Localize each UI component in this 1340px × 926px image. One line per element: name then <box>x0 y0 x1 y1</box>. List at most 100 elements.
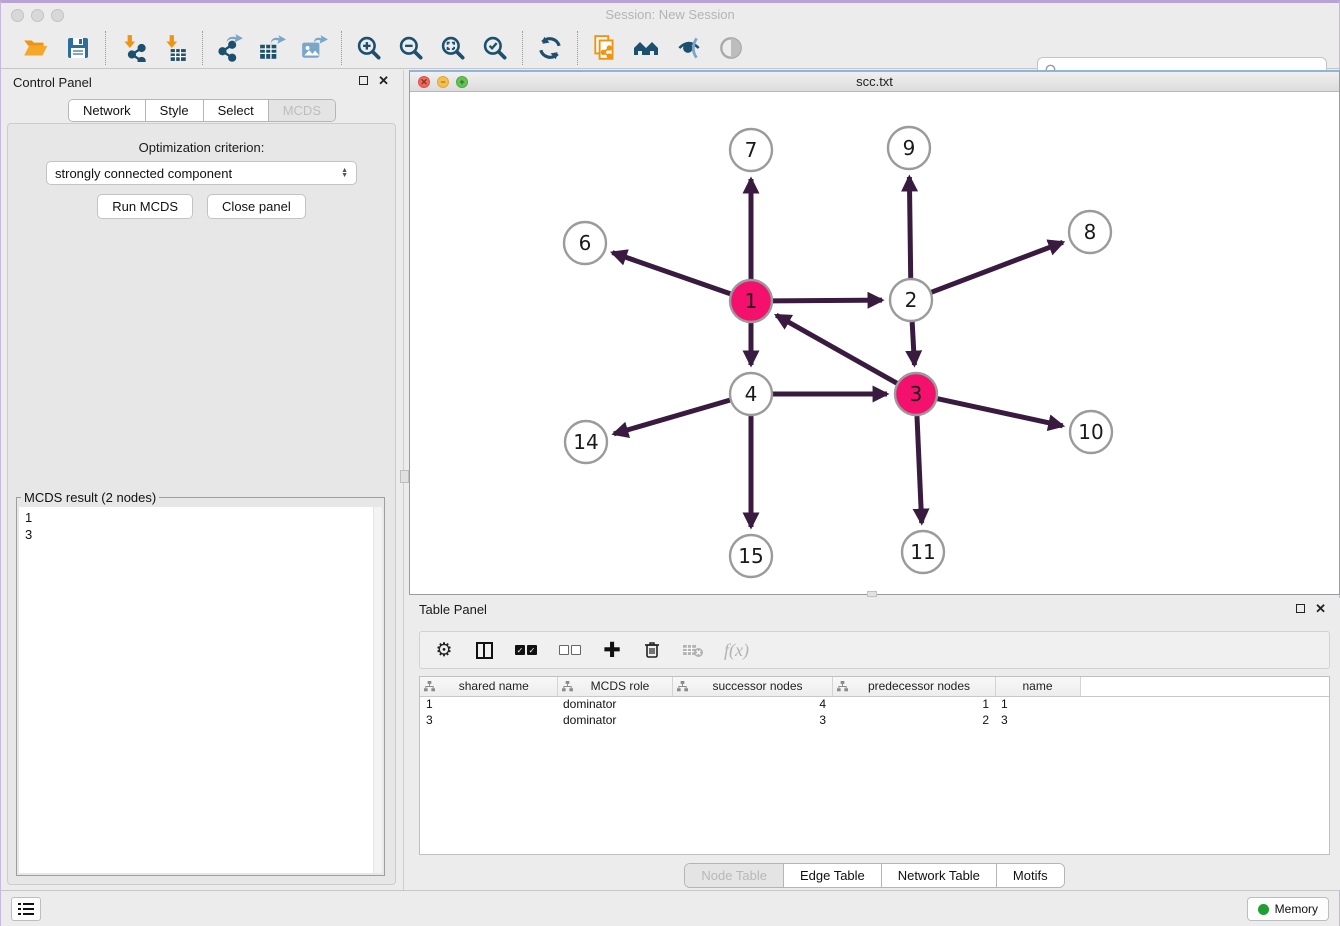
graph-node-label-4: 4 <box>745 382 758 406</box>
table-cell[interactable]: 1 <box>995 696 1080 712</box>
zoom-selected-icon[interactable] <box>478 31 512 65</box>
graph-edge-4-14[interactable] <box>614 400 730 434</box>
graph-node-label-3: 3 <box>910 382 923 406</box>
network-close-icon[interactable]: ✕ <box>418 76 430 88</box>
table-tabs: Node Table Edge Table Network Table Moti… <box>684 863 1064 888</box>
mcds-result-line: 3 <box>25 526 382 543</box>
column-header-name[interactable]: name <box>995 677 1080 696</box>
graph-node-label-2: 2 <box>905 288 918 312</box>
tab-network[interactable]: Network <box>69 100 146 121</box>
zoom-out-icon[interactable] <box>394 31 428 65</box>
table-row[interactable]: 1dominator411 <box>420 696 1329 712</box>
export-table-icon[interactable] <box>255 31 289 65</box>
column-header-shared-name[interactable]: shared name <box>420 677 557 696</box>
network-window-titlebar[interactable]: ✕ − + scc.txt <box>410 72 1339 92</box>
graph-edge-3-11[interactable] <box>917 416 922 523</box>
list-icon <box>18 903 40 906</box>
table-cell[interactable]: 1 <box>832 696 995 712</box>
tab-network-table[interactable]: Network Table <box>882 864 997 887</box>
status-bar: Memory <box>1 890 1339 926</box>
mcds-panel: Optimization criterion: strongly connect… <box>7 123 396 885</box>
mcds-result-line: 1 <box>25 509 382 526</box>
column-header-successor-nodes[interactable]: successor nodes <box>672 677 832 696</box>
tab-select[interactable]: Select <box>204 100 269 121</box>
table-cell[interactable]: 3 <box>995 712 1080 728</box>
network-canvas[interactable]: 7968124314101511 <box>410 93 1339 594</box>
hide-details-icon[interactable] <box>714 31 748 65</box>
table-row[interactable]: 3dominator323 <box>420 712 1329 728</box>
close-panel-icon[interactable]: ✕ <box>378 76 389 85</box>
graph-edge-3-10[interactable] <box>937 399 1062 426</box>
columns-icon[interactable] <box>474 638 494 662</box>
deselect-all-icon[interactable] <box>558 638 582 662</box>
column-header-predecessor-nodes[interactable]: predecessor nodes <box>832 677 995 696</box>
graph-edge-3-1[interactable] <box>776 315 897 383</box>
first-neighbors-icon[interactable] <box>630 31 664 65</box>
table-cell[interactable]: 2 <box>832 712 995 728</box>
result-scrollbar[interactable] <box>373 507 382 873</box>
export-network-icon[interactable] <box>213 31 247 65</box>
tab-style[interactable]: Style <box>146 100 204 121</box>
graph-node-label-10: 10 <box>1078 420 1103 444</box>
close-panel-button[interactable]: Close panel <box>207 194 306 219</box>
table-cell[interactable]: 4 <box>672 696 832 712</box>
import-network-icon[interactable] <box>116 31 150 65</box>
tab-motifs[interactable]: Motifs <box>997 864 1064 887</box>
network-graph: 7968124314101511 <box>410 93 1339 597</box>
splitter-handle[interactable] <box>400 470 409 483</box>
graph-node-label-9: 9 <box>903 136 916 160</box>
control-panel-tabs: Network Style Select MCDS <box>68 99 336 122</box>
dropdown-value: strongly connected component <box>55 166 232 181</box>
graph-node-label-14: 14 <box>573 430 598 454</box>
graph-edge-1-6[interactable] <box>612 253 730 294</box>
optimization-criterion-select[interactable]: strongly connected component ▲▼ <box>46 161 357 185</box>
horizontal-splitter-handle[interactable] <box>867 591 877 597</box>
column-header-mcds-role[interactable]: MCDS role <box>557 677 672 696</box>
tab-mcds[interactable]: MCDS <box>269 100 335 121</box>
network-minimize-icon[interactable]: − <box>437 76 449 88</box>
title-bar: Session: New Session <box>1 3 1339 27</box>
graph-node-label-15: 15 <box>738 544 763 568</box>
graph-edge-2-3[interactable] <box>912 322 914 365</box>
import-table-icon[interactable] <box>158 31 192 65</box>
node-table[interactable]: shared name MCDS role <box>419 676 1330 855</box>
network-view-window: ✕ − + scc.txt 7968124314101511 <box>409 70 1340 595</box>
table-panel-title: Table Panel <box>419 602 487 617</box>
column-type-icon <box>677 681 688 692</box>
export-image-icon[interactable] <box>297 31 331 65</box>
network-maximize-icon[interactable]: + <box>456 76 468 88</box>
apply-layout-icon[interactable] <box>533 31 567 65</box>
tab-edge-table[interactable]: Edge Table <box>784 864 882 887</box>
delete-icon[interactable] <box>642 638 662 662</box>
task-history-button[interactable] <box>11 897 41 921</box>
mcds-result-box[interactable]: 1 3 <box>19 507 382 873</box>
control-panel-title: Control Panel <box>13 75 92 90</box>
add-row-icon[interactable]: ✚ <box>602 638 622 662</box>
function-builder-icon: f(x) <box>724 638 749 662</box>
open-session-icon[interactable] <box>19 31 53 65</box>
memory-button[interactable]: Memory <box>1247 897 1329 921</box>
table-cell[interactable]: 3 <box>672 712 832 728</box>
graph-edge-2-9[interactable] <box>909 177 910 278</box>
column-type-icon <box>424 681 435 692</box>
float-table-panel-icon[interactable] <box>1296 604 1305 613</box>
select-all-icon[interactable]: ✓✓ <box>514 638 538 662</box>
table-cell[interactable]: dominator <box>557 712 672 728</box>
tab-node-table[interactable]: Node Table <box>685 864 784 887</box>
table-cell[interactable]: 3 <box>420 712 557 728</box>
table-cell[interactable]: dominator <box>557 696 672 712</box>
gear-icon[interactable]: ⚙ <box>434 638 454 662</box>
show-style-icon[interactable] <box>672 31 706 65</box>
graph-edge-1-2[interactable] <box>773 300 882 301</box>
zoom-in-icon[interactable] <box>352 31 386 65</box>
graph-edge-2-8[interactable] <box>932 242 1063 292</box>
zoom-fit-icon[interactable] <box>436 31 470 65</box>
clone-network-icon[interactable] <box>588 31 622 65</box>
run-mcds-button[interactable]: Run MCDS <box>97 194 193 219</box>
table-cell[interactable]: 1 <box>420 696 557 712</box>
window-title: Session: New Session <box>1 7 1339 22</box>
close-table-panel-icon[interactable]: ✕ <box>1315 604 1326 613</box>
graph-node-label-6: 6 <box>579 231 592 255</box>
float-panel-icon[interactable] <box>359 76 368 85</box>
save-session-icon[interactable] <box>61 31 95 65</box>
